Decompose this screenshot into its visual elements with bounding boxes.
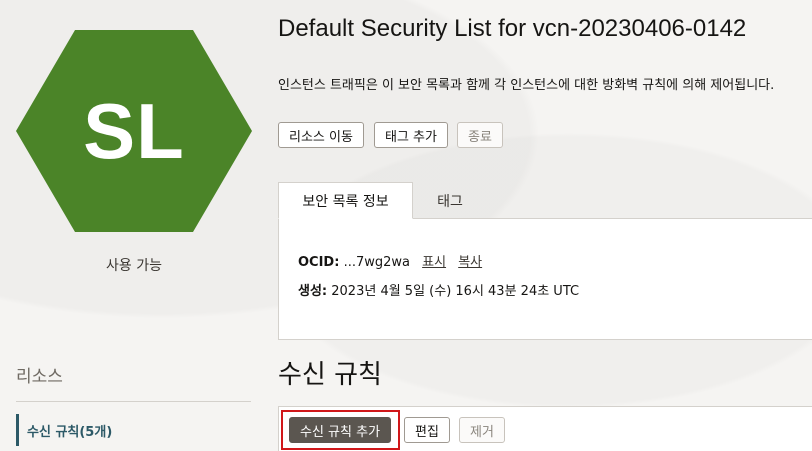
status-label: 사용 가능: [106, 258, 162, 274]
badge-initials: SL: [83, 86, 185, 175]
page-description: 인스턴스 트래픽은 이 보안 목록과 함께 각 인스턴스에 대한 방화벽 규칙에…: [278, 78, 775, 93]
move-resource-button[interactable]: 리소스 이동: [278, 122, 364, 148]
resource-item-ingress-rules[interactable]: 수신 규칙(5개): [16, 414, 112, 446]
tab-security-list-info[interactable]: 보안 목록 정보: [278, 182, 413, 219]
resources-heading: 리소스: [16, 367, 63, 387]
page-title: Default Security List for vcn-20230406-0…: [278, 15, 747, 42]
ocid-label: OCID:: [298, 255, 340, 270]
created-row: 생성: 2023년 4월 5일 (수) 16시 43분 24초 UTC: [298, 280, 579, 299]
ocid-row: OCID: ...7wg2wa 표시 복사: [298, 251, 482, 270]
tab-tags[interactable]: 태그: [414, 182, 486, 219]
highlight-box: [281, 410, 400, 450]
copy-ocid-link[interactable]: 복사: [458, 255, 482, 270]
add-tag-button[interactable]: 태그 추가: [374, 122, 448, 148]
created-label: 생성:: [298, 284, 328, 299]
terminate-button[interactable]: 종료: [457, 122, 503, 148]
resources-divider: [16, 401, 251, 402]
created-value: 2023년 4월 5일 (수) 16시 43분 24초 UTC: [331, 284, 580, 299]
info-tab-panel: [278, 218, 812, 340]
ingress-rules-heading: 수신 규칙: [278, 360, 382, 390]
show-ocid-link[interactable]: 표시: [422, 255, 446, 270]
remove-rule-button[interactable]: 제거: [459, 417, 505, 443]
ocid-value: ...7wg2wa: [343, 255, 410, 270]
security-list-badge: SL: [16, 30, 252, 232]
edit-rule-button[interactable]: 편집: [404, 417, 450, 443]
